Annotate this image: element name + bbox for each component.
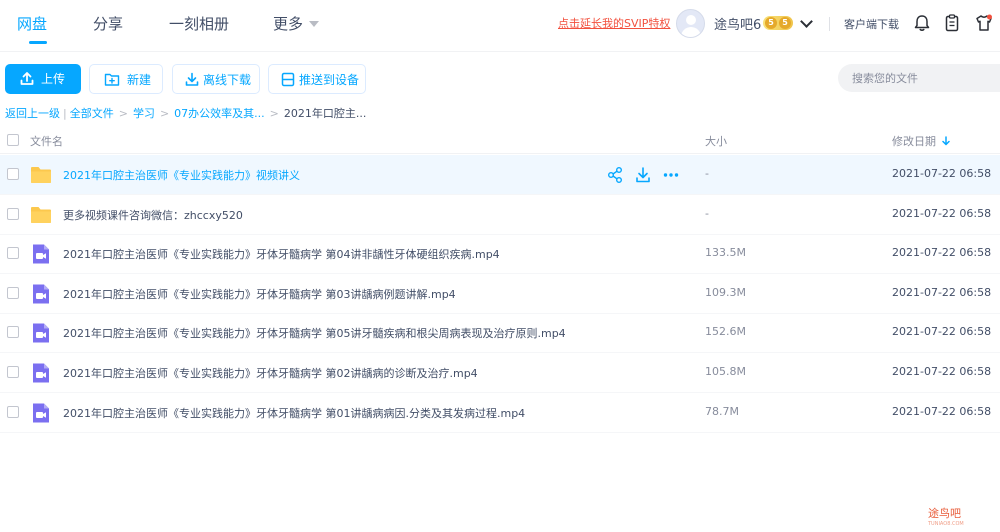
upload-button[interactable]: 上传 (5, 64, 81, 94)
row-checkbox[interactable] (7, 366, 19, 378)
file-size: 133.5M (705, 246, 746, 260)
file-modified-date: 2021-07-22 06:58 (892, 365, 992, 378)
client-download-link[interactable]: 客户端下载 (844, 16, 899, 32)
row-checkbox[interactable] (7, 405, 19, 418)
file-row[interactable]: 2021年口腔主治医师《专业实践能力》牙体牙髓病学 第05讲牙髓疾病和根尖周病表… (0, 313, 1000, 354)
video-file-icon (33, 363, 49, 383)
file-size: 109.3M (705, 285, 746, 299)
breadcrumb-current: 2021年口腔主... (283, 107, 367, 120)
upload-label: 上传 (41, 72, 66, 86)
video-file-icon (33, 403, 49, 423)
tab-share[interactable]: 分享 (93, 13, 123, 35)
device-icon (281, 72, 295, 87)
account-chevron-icon[interactable] (800, 15, 813, 28)
column-header-modified-label: 修改日期 (892, 135, 936, 148)
breadcrumb-all-files[interactable]: 全部文件 (70, 107, 114, 120)
file-size: - (705, 206, 709, 220)
tab-album[interactable]: 一刻相册 (169, 13, 229, 35)
column-header-name[interactable]: 文件名 (30, 133, 63, 149)
file-modified-date: 2021-07-22 06:58 (892, 167, 992, 180)
file-row[interactable]: 2021年口腔主治医师《专业实践能力》牙体牙髓病学 第01讲龋病病因.分类及其发… (0, 393, 1000, 433)
push-device-label: 推送到设备 (299, 73, 360, 87)
row-checkbox[interactable] (7, 247, 19, 260)
sort-down-icon[interactable] (942, 136, 950, 146)
video-file-icon (33, 244, 49, 264)
file-size: 105.8M (705, 365, 746, 378)
username[interactable]: 途鸟吧6 (714, 14, 761, 33)
file-size: - (705, 167, 709, 180)
file-name[interactable]: 2021年口腔主治医师《专业实践能力》牙体牙髓病学 第04讲非龋性牙体硬组织疾病… (63, 246, 500, 262)
video-file-icon (33, 323, 49, 343)
divider (829, 17, 830, 31)
breadcrumb-item[interactable]: 学习 (133, 107, 155, 120)
file-size: 152.6M (705, 325, 746, 339)
share-icon[interactable] (606, 166, 624, 184)
tab-more-label: 更多 (273, 15, 304, 33)
file-name[interactable]: 2021年口腔主治医师《专业实践能力》牙体牙髓病学 第05讲牙髓疾病和根尖周病表… (63, 325, 566, 341)
file-modified-date: 2021-07-22 06:58 (892, 206, 992, 220)
tab-more[interactable]: 更多 (273, 13, 320, 35)
file-row[interactable]: 2021年口腔主治医师《专业实践能力》视频讲义 - 2021-07-22 06:58 (0, 155, 1000, 195)
file-size: 78.7M (705, 404, 739, 418)
row-checkbox[interactable] (7, 168, 19, 180)
breadcrumb-separator: > (269, 107, 279, 120)
offline-download-label: 离线下载 (203, 73, 252, 87)
file-table-header: 文件名 大小 修改日期 (0, 126, 1000, 154)
breadcrumb-item[interactable]: 07办公效率及其... (174, 107, 265, 120)
tshirt-icon[interactable] (974, 13, 994, 33)
breadcrumb-back-link[interactable]: 返回上一级 (5, 107, 60, 120)
top-nav: 网盘 分享 一刻相册 更多 点击延长我的SVIP特权 途鸟吧6 5 5 客户端下… (0, 0, 1000, 52)
avatar[interactable] (676, 9, 705, 38)
file-modified-date: 2021-07-22 06:58 (892, 246, 992, 260)
video-file-icon (33, 284, 49, 304)
file-name[interactable]: 2021年口腔主治医师《专业实践能力》视频讲义 (63, 167, 300, 183)
svip-promo-link[interactable]: 点击延长我的SVIP特权 (558, 15, 670, 31)
column-header-size[interactable]: 大小 (705, 133, 727, 149)
watermark-subtext: TUNIAO8.COM (928, 521, 964, 527)
folder-icon (31, 167, 51, 183)
tab-netdisk[interactable]: 网盘 (17, 13, 48, 44)
new-folder-icon (104, 73, 120, 86)
clipboard-icon[interactable] (942, 13, 962, 33)
vip-level-coin: 5 (779, 17, 791, 29)
file-row[interactable]: 2021年口腔主治医师《专业实践能力》牙体牙髓病学 第04讲非龋性牙体硬组织疾病… (0, 234, 1000, 275)
bell-icon[interactable] (912, 13, 932, 33)
push-device-button[interactable]: 推送到设备 (268, 64, 366, 94)
file-row[interactable]: 2021年口腔主治医师《专业实践能力》牙体牙髓病学 第02讲龋病的诊断及治疗.m… (0, 353, 1000, 393)
upload-icon (20, 72, 34, 85)
file-name[interactable]: 2021年口腔主治医师《专业实践能力》牙体牙髓病学 第01讲龋病病因.分类及其发… (63, 405, 525, 421)
row-checkbox[interactable] (7, 326, 19, 339)
file-name[interactable]: 2021年口腔主治医师《专业实践能力》牙体牙髓病学 第03讲龋病例题讲解.mp4 (63, 286, 456, 302)
download-icon (185, 72, 199, 86)
vip-badge: 5 5 (763, 16, 793, 30)
select-all-checkbox[interactable] (7, 134, 19, 146)
watermark-logo: 途鸟吧 TUNIAO8.COM (928, 505, 964, 527)
row-checkbox[interactable] (7, 207, 19, 220)
file-name[interactable]: 2021年口腔主治医师《专业实践能力》牙体牙髓病学 第02讲龋病的诊断及治疗.m… (63, 365, 478, 381)
file-name[interactable]: 更多视频课件咨询微信：zhccxy520 (63, 207, 243, 223)
offline-download-button[interactable]: 离线下载 (172, 64, 260, 94)
column-header-modified[interactable]: 修改日期 (892, 133, 950, 149)
file-row[interactable]: 更多视频课件咨询微信：zhccxy520 - 2021-07-22 06:58 (0, 195, 1000, 235)
new-folder-button[interactable]: 新建 (89, 64, 163, 94)
watermark-text: 途鸟吧 (928, 507, 961, 520)
file-modified-date: 2021-07-22 06:58 (892, 404, 992, 418)
breadcrumb-separator: > (159, 107, 170, 120)
file-row[interactable]: 2021年口腔主治医师《专业实践能力》牙体牙髓病学 第03讲龋病例题讲解.mp4… (0, 274, 1000, 314)
download-icon[interactable] (634, 166, 652, 184)
chevron-down-icon (309, 20, 320, 27)
file-modified-date: 2021-07-22 06:58 (892, 325, 992, 339)
breadcrumb: 返回上一级 | 全部文件 > 学习 >07办公效率及其... >2021年口腔主... (5, 105, 366, 121)
file-modified-date: 2021-07-22 06:58 (892, 285, 992, 299)
vip-level-coin: 5 (765, 17, 777, 29)
row-checkbox[interactable] (7, 286, 19, 299)
search-input[interactable] (838, 64, 1000, 92)
new-folder-label: 新建 (127, 73, 152, 87)
folder-icon (31, 206, 51, 223)
breadcrumb-separator: | (63, 107, 67, 120)
more-icon[interactable] (662, 166, 680, 184)
breadcrumb-separator: > (118, 107, 128, 120)
